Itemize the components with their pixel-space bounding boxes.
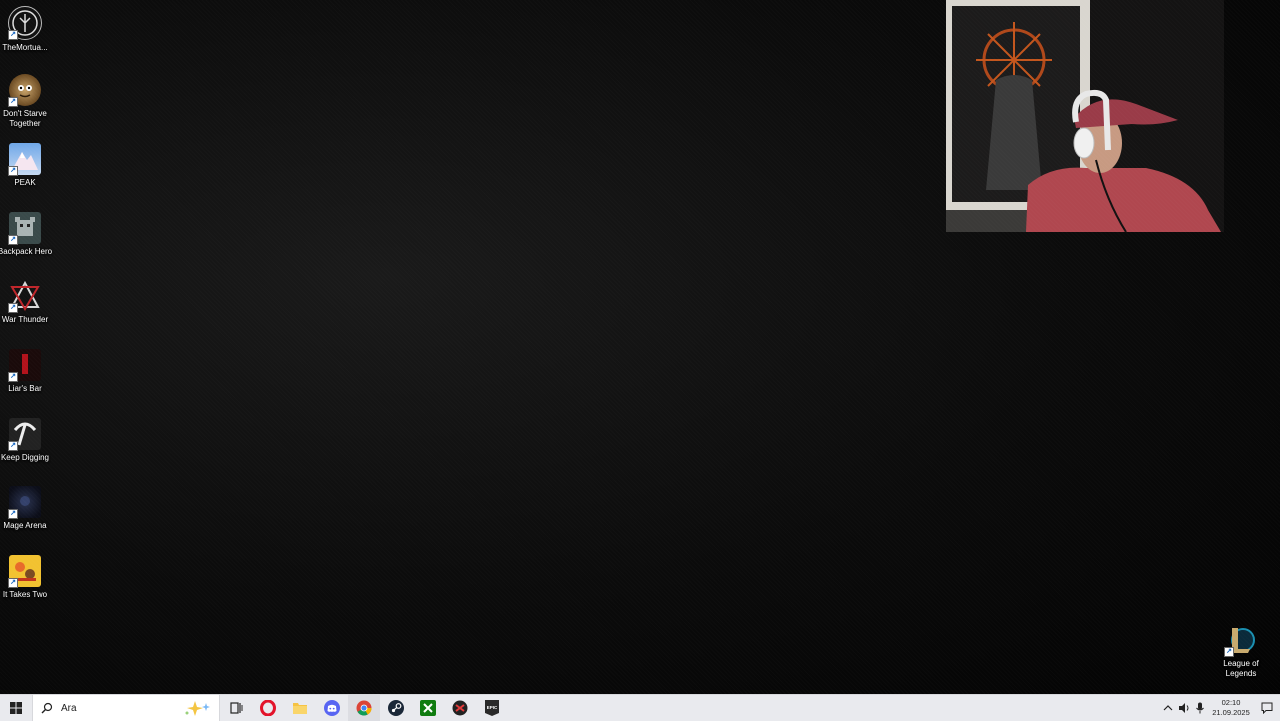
desktop-icon-label: Liar's Bar — [8, 384, 42, 393]
shortcut-arrow-icon: ↗ — [8, 97, 18, 107]
desktop-icon-label: War Thunder — [1, 315, 49, 324]
file-explorer-icon — [293, 703, 307, 714]
desktop-icon-league-of-legends[interactable]: ↗ League of Legends — [1216, 624, 1266, 679]
tray-overflow-button[interactable] — [1160, 695, 1176, 721]
desktop-icon-it-takes-two[interactable]: ↗ It Takes Two — [0, 555, 50, 600]
taskbar-xbox[interactable] — [412, 695, 444, 721]
desktop-icon-label: Keep Digging — [0, 453, 50, 462]
opera-icon — [260, 700, 276, 716]
war-thunder-icon: ↗ — [8, 280, 41, 313]
notification-center-button[interactable] — [1254, 695, 1280, 721]
desktop-icon-backpack-hero[interactable]: ↗ Backpack Hero — [0, 212, 53, 257]
dont-starve-icon: ↗ — [8, 74, 41, 107]
desktop-icon-dont-starve-together[interactable]: ↗ Don't Starve Together — [0, 74, 50, 129]
desktop-icon-themortua[interactable]: ↗ TheMortua... — [0, 6, 50, 53]
discord-icon — [324, 700, 340, 716]
start-button[interactable] — [0, 695, 32, 721]
volume-button[interactable] — [1176, 695, 1192, 721]
shortcut-arrow-icon: ↗ — [8, 509, 18, 519]
desktop-icon-label: Don't Starve Together — [3, 109, 47, 128]
it-takes-two-icon: ↗ — [8, 555, 41, 588]
task-view-button[interactable] — [220, 695, 252, 721]
desktop-icon-label: League of Legends — [1223, 659, 1259, 678]
xbox-icon — [420, 700, 436, 716]
task-view-icon — [230, 702, 243, 714]
taskbar-game-launcher[interactable] — [444, 695, 476, 721]
mage-arena-icon: ↗ — [8, 486, 41, 519]
desktop-icon-label: Mage Arena — [3, 521, 47, 530]
desktop-icon-label: It Takes Two — [2, 590, 48, 599]
search-input[interactable]: Ara — [32, 695, 220, 721]
shortcut-arrow-icon: ↗ — [8, 441, 18, 451]
keep-digging-icon: ↗ — [8, 418, 41, 451]
svg-text:EPIC: EPIC — [487, 705, 498, 710]
search-icon — [41, 702, 53, 714]
shortcut-arrow-icon: ↗ — [8, 303, 18, 313]
shortcut-arrow-icon: ↗ — [8, 235, 18, 245]
notification-icon — [1261, 702, 1273, 714]
desktop-icon-liars-bar[interactable]: ↗ Liar's Bar — [0, 349, 50, 394]
desktop-icon-label: Backpack Hero — [0, 247, 53, 256]
desktop-icon-war-thunder[interactable]: ↗ War Thunder — [0, 280, 50, 325]
search-highlight-icon — [185, 701, 210, 716]
shortcut-arrow-icon: ↗ — [8, 166, 18, 176]
taskbar-discord[interactable] — [316, 695, 348, 721]
chrome-icon — [356, 700, 372, 716]
chevron-up-icon — [1163, 705, 1173, 711]
volume-icon — [1179, 703, 1189, 713]
shortcut-arrow-icon: ↗ — [8, 372, 18, 382]
desktop: ↗ TheMortua... ↗ Don't Starve Together ↗… — [0, 0, 1280, 694]
taskbar-opera[interactable] — [252, 695, 284, 721]
taskbar: Ara EPIC 02:10 21.09.2025 — [0, 694, 1280, 721]
game-launcher-icon — [452, 700, 468, 716]
microphone-button[interactable] — [1192, 695, 1208, 721]
webcam-overlay — [946, 0, 1224, 232]
epic-games-icon: EPIC — [485, 700, 499, 716]
windows-logo-icon — [10, 702, 22, 714]
backpack-hero-icon: ↗ — [8, 212, 41, 245]
microphone-icon — [1196, 702, 1204, 714]
clock[interactable]: 02:10 21.09.2025 — [1208, 698, 1254, 718]
taskbar-steam[interactable] — [380, 695, 412, 721]
desktop-icon-keep-digging[interactable]: ↗ Keep Digging — [0, 418, 50, 463]
desktop-icon-mage-arena[interactable]: ↗ Mage Arena — [0, 486, 50, 531]
clock-date: 21.09.2025 — [1212, 708, 1250, 717]
shortcut-arrow-icon: ↗ — [8, 30, 18, 40]
system-tray: 02:10 21.09.2025 — [1160, 695, 1280, 721]
search-placeholder: Ara — [61, 702, 77, 714]
taskbar-epic-games[interactable]: EPIC — [476, 695, 508, 721]
mortuary-icon: ↗ — [8, 6, 42, 40]
desktop-icon-label: TheMortua... — [2, 43, 48, 52]
steam-icon — [388, 700, 404, 716]
desktop-icon-label: PEAK — [14, 178, 36, 187]
shortcut-arrow-icon: ↗ — [8, 578, 18, 588]
clock-time: 02:10 — [1221, 698, 1241, 707]
taskbar-file-explorer[interactable] — [284, 695, 316, 721]
desktop-icon-peak[interactable]: ↗ PEAK — [0, 143, 50, 188]
peak-icon: ↗ — [8, 143, 41, 176]
liars-bar-icon: ↗ — [8, 349, 41, 382]
shortcut-arrow-icon: ↗ — [1224, 647, 1234, 657]
taskbar-chrome[interactable] — [348, 695, 380, 721]
league-of-legends-icon: ↗ — [1224, 624, 1257, 657]
webcam-feed-image — [946, 0, 1224, 232]
